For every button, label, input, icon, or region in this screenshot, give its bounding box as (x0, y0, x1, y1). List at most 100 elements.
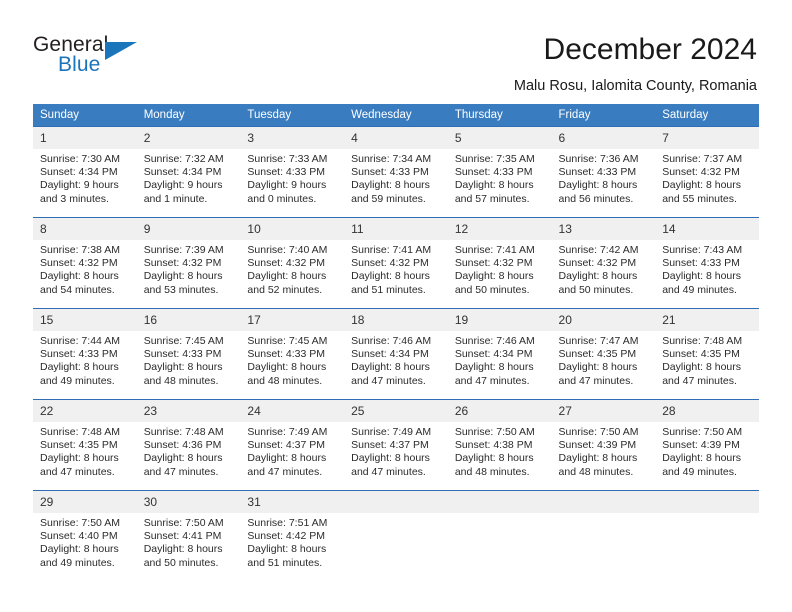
daylight-text-line2: and 47 minutes. (662, 374, 737, 387)
daylight-text-line2: and 56 minutes. (558, 192, 634, 205)
day-number: 29 (33, 491, 137, 513)
calendar-week-row: 29 Sunrise: 7:50 AM Sunset: 4:40 PM Dayligh… (33, 490, 759, 581)
calendar-day-cell[interactable]: 3 Sunrise: 7:33 AM Sunset: 4:33 PM Daylight… (240, 126, 345, 218)
calendar-day-cell[interactable]: 1 Sunrise: 7:30 AM Sunset: 4:34 PM Daylight… (33, 126, 137, 218)
sunrise-text: Sunrise: 7:49 AM (351, 426, 432, 438)
day-number: 23 (136, 400, 241, 422)
daylight-text-line1: Daylight: 8 hours (351, 361, 430, 374)
day-number (655, 491, 759, 513)
day-details: Sunrise: 7:32 AM Sunset: 4:34 PM Daylight:… (137, 149, 241, 206)
calendar-day-cell[interactable]: 15 Sunrise: 7:44 AM Sunset: 4:33 PM Dayligh… (33, 308, 137, 400)
calendar-day-cell[interactable]: 26 Sunrise: 7:50 AM Sunset: 4:38 PM Dayligh… (447, 399, 552, 491)
calendar-day-cell[interactable]: 31 Sunrise: 7:51 AM Sunset: 4:42 PM Dayligh… (240, 490, 345, 581)
calendar-day-cell[interactable]: 25 Sunrise: 7:49 AM Sunset: 4:37 PM Dayligh… (344, 399, 448, 491)
day-details (344, 513, 448, 517)
daylight-text-line2: and 52 minutes. (247, 283, 323, 296)
sunrise-text: Sunrise: 7:48 AM (662, 335, 743, 347)
day-number: 5 (447, 127, 552, 149)
calendar-day-cell[interactable]: 19 Sunrise: 7:46 AM Sunset: 4:34 PM Dayligh… (447, 308, 552, 400)
calendar-day-cell[interactable]: 27 Sunrise: 7:50 AM Sunset: 4:39 PM Dayligh… (551, 399, 656, 491)
day-details: Sunrise: 7:39 AM Sunset: 4:32 PM Daylight:… (137, 240, 241, 297)
calendar-day-cell[interactable]: 2 Sunrise: 7:32 AM Sunset: 4:34 PM Daylight… (136, 126, 241, 218)
sunset-text: Sunset: 4:32 PM (351, 257, 429, 270)
day-details: Sunrise: 7:36 AM Sunset: 4:33 PM Daylight:… (552, 149, 656, 206)
page-subtitle: Malu Rosu, Ialomita County, Romania (513, 78, 757, 94)
daylight-text-line1: Daylight: 9 hours (143, 179, 223, 192)
daylight-text-line1: Daylight: 8 hours (143, 543, 223, 556)
daylight-text-line1: Daylight: 8 hours (247, 452, 327, 465)
day-number: 27 (551, 400, 656, 422)
day-details: Sunrise: 7:33 AM Sunset: 4:33 PM Daylight:… (240, 149, 344, 206)
calendar-day-cell[interactable]: 17 Sunrise: 7:45 AM Sunset: 4:33 PM Dayligh… (240, 308, 345, 400)
calendar-day-cell[interactable]: 12 Sunrise: 7:41 AM Sunset: 4:32 PM Dayligh… (447, 217, 552, 309)
sunrise-text: Sunrise: 7:46 AM (351, 335, 432, 347)
calendar-day-cell[interactable]: 24 Sunrise: 7:49 AM Sunset: 4:37 PM Dayligh… (240, 399, 345, 491)
day-number: 18 (344, 309, 448, 331)
day-details: Sunrise: 7:42 AM Sunset: 4:32 PM Daylight:… (552, 240, 656, 297)
calendar-day-cell[interactable]: 20 Sunrise: 7:47 AM Sunset: 4:35 PM Dayligh… (551, 308, 656, 400)
daylight-text-line1: Daylight: 8 hours (662, 270, 742, 283)
calendar-day-cell[interactable]: 29 Sunrise: 7:50 AM Sunset: 4:40 PM Dayligh… (33, 490, 137, 581)
daylight-text-line1: Daylight: 8 hours (40, 543, 119, 556)
sunrise-text: Sunrise: 7:36 AM (558, 153, 639, 165)
day-number (447, 491, 552, 513)
daylight-text-line1: Daylight: 8 hours (558, 361, 638, 374)
day-number: 16 (136, 309, 241, 331)
daylight-text-line2: and 47 minutes. (143, 465, 219, 478)
calendar-day-cell[interactable]: 28 Sunrise: 7:50 AM Sunset: 4:39 PM Dayligh… (655, 399, 759, 491)
daylight-text-line1: Daylight: 8 hours (247, 543, 327, 556)
day-details: Sunrise: 7:50 AM Sunset: 4:40 PM Daylight:… (33, 513, 137, 570)
calendar-day-cell[interactable]: 8 Sunrise: 7:38 AM Sunset: 4:32 PM Daylight… (33, 217, 137, 309)
sunrise-text: Sunrise: 7:50 AM (662, 426, 743, 438)
sunrise-text: Sunrise: 7:50 AM (454, 426, 535, 438)
daylight-text-line1: Daylight: 8 hours (662, 179, 742, 192)
calendar-day-cell[interactable]: 16 Sunrise: 7:45 AM Sunset: 4:33 PM Dayligh… (136, 308, 241, 400)
sunrise-text: Sunrise: 7:45 AM (247, 335, 328, 347)
daylight-text-line1: Daylight: 8 hours (558, 452, 638, 465)
daylight-text-line1: Daylight: 8 hours (454, 179, 534, 192)
sunrise-text: Sunrise: 7:34 AM (351, 153, 432, 165)
sunset-text: Sunset: 4:33 PM (247, 166, 326, 179)
day-number: 19 (447, 309, 552, 331)
day-details: Sunrise: 7:45 AM Sunset: 4:33 PM Daylight:… (240, 331, 344, 388)
sunrise-text: Sunrise: 7:41 AM (454, 244, 535, 256)
calendar-day-cell[interactable]: 5 Sunrise: 7:35 AM Sunset: 4:33 PM Daylight… (447, 126, 552, 218)
calendar-day-cell[interactable]: 13 Sunrise: 7:42 AM Sunset: 4:32 PM Dayligh… (551, 217, 656, 309)
day-details: Sunrise: 7:40 AM Sunset: 4:32 PM Daylight:… (240, 240, 344, 297)
sunset-text: Sunset: 4:34 PM (40, 166, 118, 179)
day-details: Sunrise: 7:46 AM Sunset: 4:34 PM Daylight:… (448, 331, 552, 388)
calendar-day-cell[interactable]: 18 Sunrise: 7:46 AM Sunset: 4:34 PM Dayligh… (344, 308, 448, 400)
calendar-day-cell[interactable]: 14 Sunrise: 7:43 AM Sunset: 4:33 PM Dayligh… (655, 217, 759, 309)
calendar-page: General Blue December 2024 Malu Rosu, Ia… (0, 0, 792, 612)
sunset-text: Sunset: 4:35 PM (40, 439, 118, 452)
calendar-day-cell[interactable]: 22 Sunrise: 7:48 AM Sunset: 4:35 PM Dayligh… (33, 399, 137, 491)
day-number: 7 (655, 127, 759, 149)
calendar-week-row: 22 Sunrise: 7:48 AM Sunset: 4:35 PM Dayligh… (33, 399, 759, 491)
day-number: 12 (447, 218, 552, 240)
sunrise-text: Sunrise: 7:50 AM (143, 517, 224, 529)
calendar-day-cell[interactable]: 11 Sunrise: 7:41 AM Sunset: 4:32 PM Dayligh… (344, 217, 448, 309)
calendar-day-cell[interactable]: 6 Sunrise: 7:36 AM Sunset: 4:33 PM Daylight… (551, 126, 656, 218)
sunset-text: Sunset: 4:32 PM (454, 257, 533, 270)
daylight-text-line1: Daylight: 8 hours (40, 270, 119, 283)
day-number: 4 (344, 127, 448, 149)
sunset-text: Sunset: 4:34 PM (351, 348, 429, 361)
calendar-day-cell[interactable]: 7 Sunrise: 7:37 AM Sunset: 4:32 PM Daylight… (655, 126, 759, 218)
calendar-day-cell[interactable]: 4 Sunrise: 7:34 AM Sunset: 4:33 PM Daylight… (344, 126, 448, 218)
day-details: Sunrise: 7:50 AM Sunset: 4:38 PM Daylight:… (448, 422, 552, 479)
daylight-text-line2: and 50 minutes. (454, 283, 530, 296)
calendar-day-cell[interactable]: 30 Sunrise: 7:50 AM Sunset: 4:41 PM Dayligh… (136, 490, 241, 581)
daylight-text-line2: and 57 minutes. (454, 192, 530, 205)
calendar-day-cell[interactable]: 9 Sunrise: 7:39 AM Sunset: 4:32 PM Daylight… (136, 217, 241, 309)
daylight-text-line1: Daylight: 8 hours (40, 452, 119, 465)
day-number: 24 (240, 400, 345, 422)
calendar-day-cell[interactable]: 23 Sunrise: 7:48 AM Sunset: 4:36 PM Dayligh… (136, 399, 241, 491)
calendar-day-cell[interactable]: 10 Sunrise: 7:40 AM Sunset: 4:32 PM Dayligh… (240, 217, 345, 309)
page-header: General Blue December 2024 Malu Rosu, Ia… (0, 0, 792, 96)
day-details: Sunrise: 7:41 AM Sunset: 4:32 PM Daylight:… (344, 240, 448, 297)
sunset-text: Sunset: 4:37 PM (351, 439, 429, 452)
calendar-day-cell-empty (551, 490, 656, 581)
calendar-day-cell[interactable]: 21 Sunrise: 7:48 AM Sunset: 4:35 PM Dayligh… (655, 308, 759, 400)
general-blue-logo[interactable]: General Blue (33, 34, 173, 80)
calendar-table: Sunday Monday Tuesday Wednesday Thursday… (33, 104, 759, 581)
